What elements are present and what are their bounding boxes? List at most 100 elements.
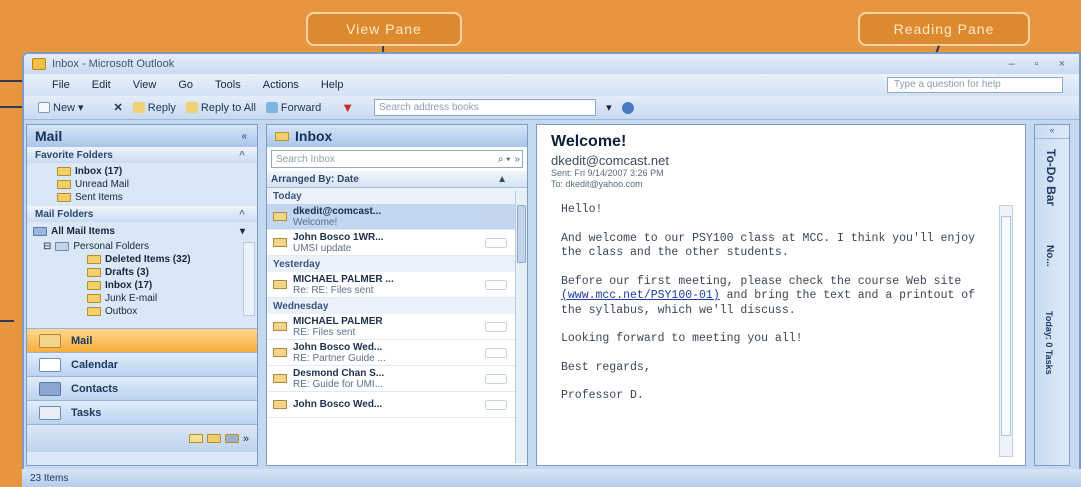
- expand-search-icon[interactable]: »: [514, 154, 520, 165]
- expand-todo-icon[interactable]: «: [1035, 125, 1069, 139]
- flag-icon[interactable]: [485, 400, 507, 410]
- arranged-by-header[interactable]: Arranged By: Date ▲: [267, 171, 527, 188]
- favorites-header[interactable]: Favorite Folders ^: [27, 147, 257, 163]
- message-subject-preview: UMSI update: [293, 242, 352, 254]
- envelope-icon: [273, 238, 287, 247]
- deleted-icon: [87, 255, 101, 264]
- message-row[interactable]: dkedit@comcast... Welcome!: [267, 204, 527, 230]
- reply-all-button[interactable]: Reply to All: [185, 102, 256, 114]
- shortcuts-icon[interactable]: [224, 434, 239, 443]
- flag-icon[interactable]: [485, 280, 507, 290]
- minimize-button[interactable]: –: [1009, 58, 1015, 70]
- message-sent: Sent: Fri 9/14/2007 3:26 PM: [551, 168, 664, 178]
- message-list: Today dkedit@comcast... Welcome! John Bosco…: [267, 188, 527, 418]
- reading-scrollbar[interactable]: [999, 205, 1013, 457]
- message-group-header[interactable]: Today: [267, 188, 527, 204]
- fav-sent[interactable]: Sent Items: [57, 191, 257, 204]
- message-group-header[interactable]: Yesterday: [267, 256, 527, 272]
- todo-tasks: Today: 0 Tasks: [1044, 311, 1054, 375]
- tasks-icon: [39, 405, 61, 420]
- menu-edit[interactable]: Edit: [92, 79, 111, 91]
- new-button[interactable]: New ▾: [38, 101, 84, 114]
- inbox-search-input[interactable]: Search Inbox ⌕ ▾ »: [271, 150, 523, 168]
- forward-label: Forward: [280, 101, 322, 114]
- view-pane: Inbox Search Inbox ⌕ ▾ » Arranged By: Da…: [266, 124, 528, 466]
- message-list-scrollbar[interactable]: [515, 191, 527, 463]
- personal-folders[interactable]: ⊟ Personal Folders: [27, 240, 257, 253]
- scroll-thumb[interactable]: [517, 205, 526, 263]
- all-mail-label: All Mail Items: [51, 225, 115, 237]
- reply-button[interactable]: Reply: [132, 101, 176, 114]
- menu-tools[interactable]: Tools: [215, 79, 241, 91]
- todo-bar[interactable]: « To-Do Bar No... Today: 0 Tasks: [1034, 124, 1070, 466]
- forward-button[interactable]: Forward: [265, 101, 322, 114]
- flag-icon[interactable]: [485, 238, 507, 248]
- menu-file[interactable]: File: [52, 79, 70, 91]
- envelope-icon: [273, 374, 287, 383]
- nav-button-mail[interactable]: Mail: [27, 328, 257, 352]
- menu-view[interactable]: View: [133, 79, 157, 91]
- collapse-icon[interactable]: «: [241, 131, 247, 142]
- search-icon[interactable]: ⌕ ▾: [498, 154, 511, 165]
- collapse-tree-icon[interactable]: ⊟: [43, 241, 51, 252]
- fav-unread[interactable]: Unread Mail: [57, 178, 257, 191]
- message-row[interactable]: MICHAEL PALMER RE: Files sent: [267, 314, 527, 340]
- reply-label: Reply: [147, 101, 176, 114]
- message-from: dkedit@comcast...: [293, 205, 382, 217]
- message-subject-preview: RE: Guide for UMI...: [293, 378, 384, 390]
- tree-outbox[interactable]: Outbox: [27, 305, 257, 318]
- maximize-button[interactable]: ▫: [1035, 58, 1039, 70]
- flag-icon[interactable]: [485, 374, 507, 384]
- reading-scroll-thumb[interactable]: [1001, 216, 1011, 436]
- course-website-link[interactable]: (www.mcc.net/PSY100-01): [561, 289, 720, 302]
- message-row[interactable]: John Bosco Wed... RE: Partner Guide ...: [267, 340, 527, 366]
- dropdown-icon[interactable]: ▾: [240, 226, 245, 237]
- delete-icon[interactable]: ✕: [114, 101, 123, 114]
- message-from: John Bosco Wed...: [293, 399, 383, 410]
- menu-help[interactable]: Help: [321, 79, 344, 91]
- configure-buttons-icon[interactable]: »: [243, 433, 249, 445]
- message-sender[interactable]: dkedit@comcast.net: [537, 151, 1025, 168]
- message-body: Hello! And welcome to our PSY100 class a…: [551, 195, 999, 459]
- menu-go[interactable]: Go: [178, 79, 193, 91]
- mail-icon: [39, 333, 61, 348]
- reading-pane: Welcome! dkedit@comcast.net Sent: Fri 9/…: [536, 124, 1026, 466]
- flag-icon[interactable]: [485, 322, 507, 332]
- todo-appointments: No...: [1044, 245, 1055, 267]
- folder-scrollbar[interactable]: [243, 242, 255, 316]
- nav-button-tasks[interactable]: Tasks: [27, 400, 257, 424]
- tree-deleted[interactable]: Deleted Items (32): [27, 253, 257, 266]
- nav-button-contacts[interactable]: Contacts: [27, 376, 257, 400]
- fav-inbox[interactable]: Inbox (17): [57, 165, 257, 178]
- favorites-label: Favorite Folders: [35, 149, 113, 161]
- tree-inbox[interactable]: Inbox (17): [27, 279, 257, 292]
- message-row[interactable]: John Bosco Wed...: [267, 392, 527, 418]
- message-row[interactable]: John Bosco 1WR... UMSI update: [267, 230, 527, 256]
- flag-icon[interactable]: [485, 212, 507, 222]
- folder-list-icon[interactable]: [206, 434, 221, 443]
- close-button[interactable]: ×: [1059, 58, 1065, 70]
- tree-junk[interactable]: Junk E-mail: [27, 292, 257, 305]
- filter-icon[interactable]: ▼: [341, 100, 354, 115]
- mail-folders-header[interactable]: Mail Folders ^: [27, 206, 257, 222]
- drafts-icon: [87, 268, 101, 277]
- folder-icon: [57, 193, 71, 202]
- nav-button-calendar[interactable]: Calendar: [27, 352, 257, 376]
- help-circle-icon[interactable]: [621, 101, 634, 114]
- inbox-header-icon: [275, 131, 289, 141]
- message-row[interactable]: MICHAEL PALMER ... Re: RE: Files sent: [267, 272, 527, 298]
- message-group-header[interactable]: Wednesday: [267, 298, 527, 314]
- address-search-input[interactable]: Search address books: [374, 99, 597, 116]
- message-row[interactable]: Desmond Chan S... RE: Guide for UMI...: [267, 366, 527, 392]
- sort-icon[interactable]: ▲: [497, 174, 507, 185]
- flag-icon[interactable]: [485, 348, 507, 358]
- folder-icon: [57, 167, 71, 176]
- address-dropdown-icon[interactable]: ▾: [606, 101, 612, 114]
- chevron-up-icon: ^: [239, 149, 245, 161]
- tree-drafts[interactable]: Drafts (3): [27, 266, 257, 279]
- menu-actions[interactable]: Actions: [263, 79, 299, 91]
- notes-icon[interactable]: [188, 434, 203, 443]
- favorites-list: Inbox (17) Unread Mail Sent Items: [27, 163, 257, 206]
- help-search-input[interactable]: Type a question for help: [887, 77, 1063, 93]
- all-mail-items[interactable]: All Mail Items ▾: [27, 222, 257, 240]
